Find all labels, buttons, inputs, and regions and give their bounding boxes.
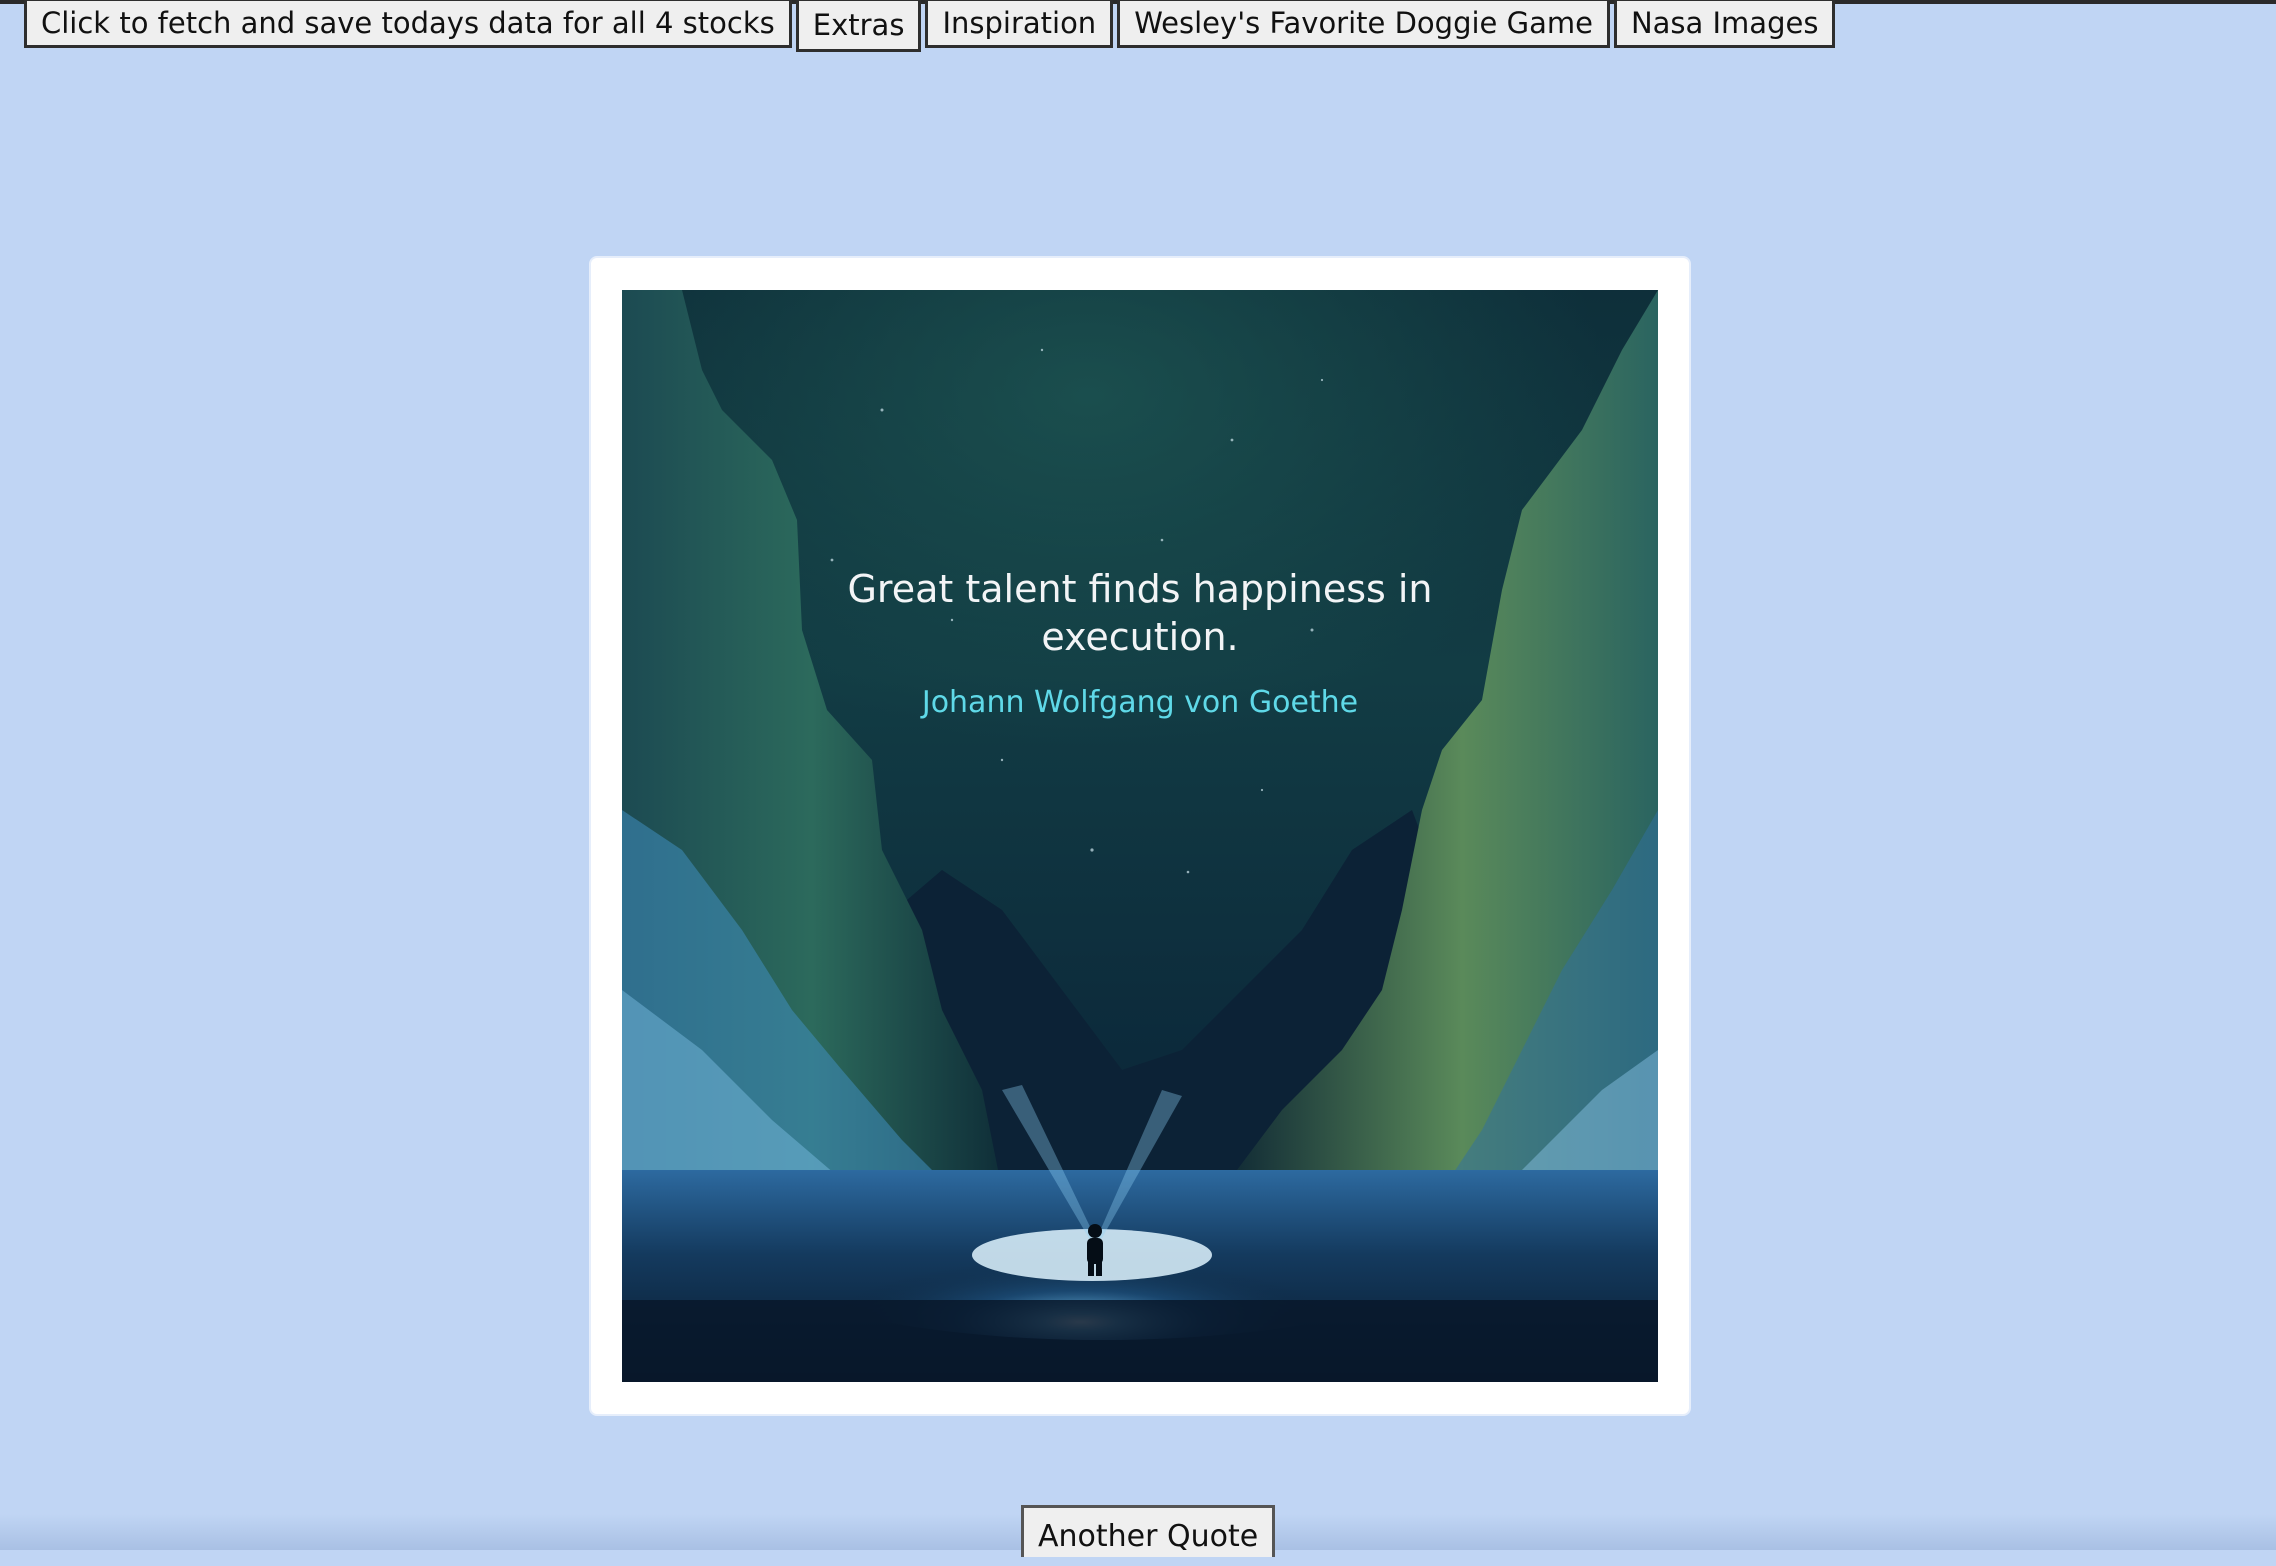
quote-author: Johann Wolfgang von Goethe [921, 685, 1359, 720]
quote-image: Great talent finds happiness in executio… [622, 290, 1658, 1382]
canyon-night-illustration [622, 290, 1658, 1382]
extras-button[interactable]: Extras [795, 0, 922, 52]
nasa-images-button[interactable]: Nasa Images [1613, 0, 1836, 48]
top-nav: Click to fetch and save todays data for … [24, 0, 1839, 52]
inspiration-button[interactable]: Inspiration [925, 0, 1114, 48]
quote-text: Great talent finds happiness in executio… [847, 567, 1433, 659]
doggie-game-button[interactable]: Wesley's Favorite Doggie Game [1117, 0, 1610, 48]
fetch-stocks-button[interactable]: Click to fetch and save todays data for … [24, 0, 792, 48]
another-quote-button[interactable]: Another Quote [1021, 1505, 1276, 1557]
